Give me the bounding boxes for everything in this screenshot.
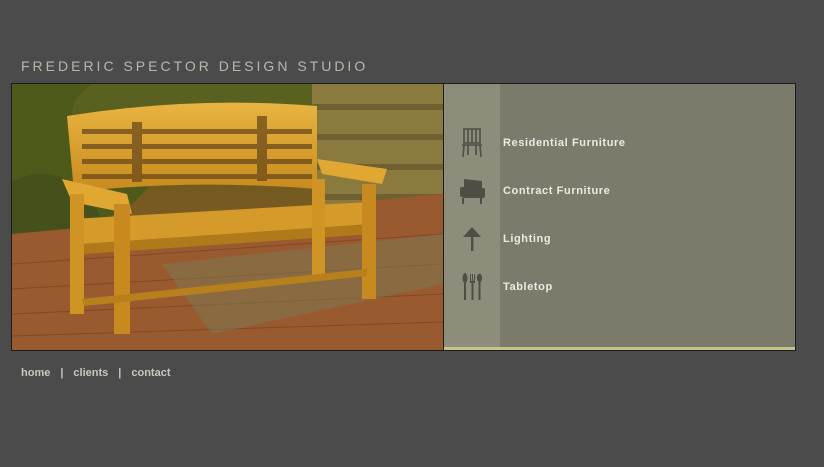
cutlery-icon	[444, 267, 500, 307]
chair-icon	[444, 123, 500, 163]
hero-panel: Residential Furniture Contract Furniture	[11, 83, 796, 351]
site-title: FREDERIC SPECTOR DESIGN STUDIO	[21, 58, 369, 74]
menu-item-lighting[interactable]: Lighting	[444, 219, 796, 259]
menu-accent-bar	[444, 347, 795, 350]
menu-item-label: Residential Furniture	[503, 137, 626, 149]
footer-link-contact[interactable]: contact	[131, 367, 170, 379]
menu-item-label: Contract Furniture	[503, 185, 611, 197]
footer-separator: |	[118, 367, 122, 379]
menu-item-label: Lighting	[503, 233, 552, 245]
footer-nav: home | clients | contact	[21, 367, 170, 379]
lamp-icon	[444, 219, 500, 259]
menu-item-residential-furniture[interactable]: Residential Furniture	[444, 123, 796, 163]
menu-item-contract-furniture[interactable]: Contract Furniture	[444, 171, 796, 211]
footer-link-home[interactable]: home	[21, 367, 50, 379]
footer-link-clients[interactable]: clients	[73, 367, 108, 379]
footer-separator: |	[60, 367, 64, 379]
menu-item-tabletop[interactable]: Tabletop	[444, 267, 796, 307]
armchair-icon	[444, 171, 500, 211]
garden-bench-photo	[12, 84, 444, 350]
menu-item-label: Tabletop	[503, 281, 553, 293]
